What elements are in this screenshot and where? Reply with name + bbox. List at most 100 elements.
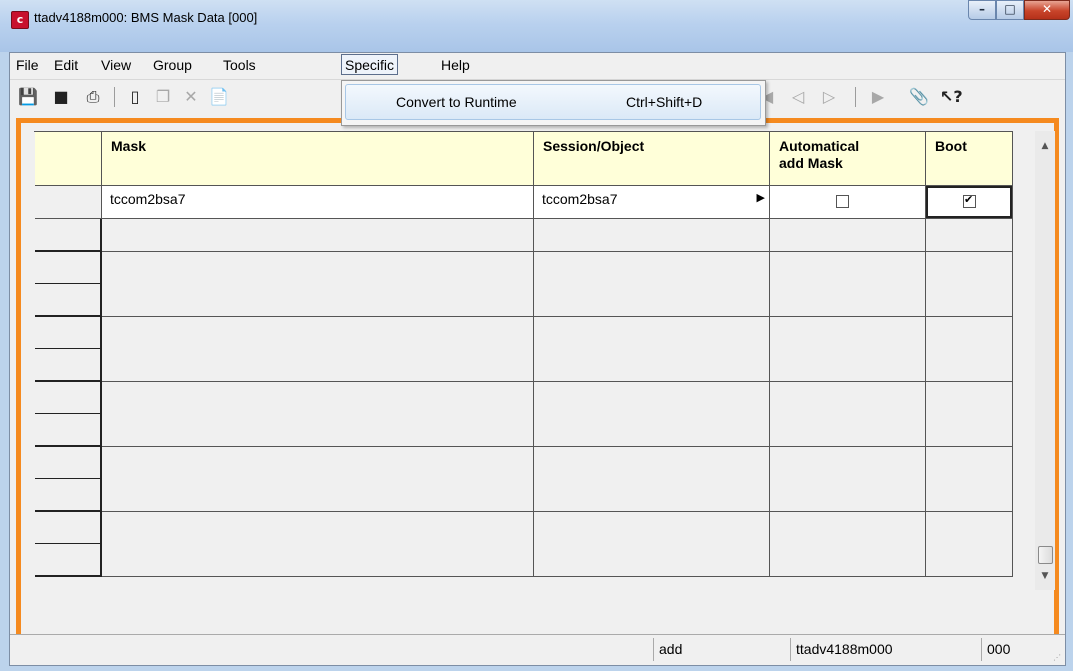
attachment-icon[interactable]: 📎 xyxy=(908,86,930,108)
minimize-button[interactable]: – xyxy=(968,0,996,20)
row-header[interactable] xyxy=(35,414,102,447)
column-header-automatical-add-mask[interactable]: Automatical add Mask xyxy=(770,132,926,186)
last-record-icon[interactable]: ▶ xyxy=(867,86,889,108)
zoom-arrow-icon[interactable]: ▶ xyxy=(757,191,765,204)
session-object-field[interactable] xyxy=(534,512,770,545)
boot-cell[interactable] xyxy=(926,219,1013,252)
vertical-scrollbar[interactable]: ▲ ▼ xyxy=(1035,131,1055,590)
session-object-field[interactable] xyxy=(534,317,770,350)
app-logo-icon[interactable]: c xyxy=(11,11,29,29)
mask-field[interactable] xyxy=(102,284,534,317)
row-header[interactable] xyxy=(35,382,102,415)
auto-add-mask-cell[interactable] xyxy=(770,512,926,545)
mask-field[interactable] xyxy=(102,479,534,512)
row-header[interactable] xyxy=(35,544,102,577)
auto-add-mask-cell[interactable] xyxy=(770,284,926,317)
boot-cell[interactable] xyxy=(926,252,1013,285)
menu-tools[interactable]: Tools xyxy=(223,56,256,75)
mask-field[interactable] xyxy=(102,512,534,545)
scroll-up-icon[interactable]: ▲ xyxy=(1035,137,1055,155)
row-header[interactable] xyxy=(35,512,102,545)
auto-add-mask-cell[interactable] xyxy=(770,447,926,480)
client-area: File Edit View Group Tools Specific Help… xyxy=(9,52,1066,666)
mask-field[interactable] xyxy=(102,447,534,480)
menu-specific[interactable]: Specific xyxy=(341,54,399,75)
row-header[interactable] xyxy=(35,252,102,285)
delete-icon[interactable]: ✕ xyxy=(180,86,202,108)
menu-edit[interactable]: Edit xyxy=(54,56,78,75)
auto-add-mask-cell[interactable] xyxy=(770,382,926,415)
save-icon[interactable]: ■ xyxy=(50,86,72,108)
auto-add-mask-checkbox[interactable] xyxy=(836,195,849,208)
session-object-field[interactable] xyxy=(534,382,770,415)
boot-cell[interactable] xyxy=(926,382,1013,415)
session-object-field[interactable] xyxy=(534,349,770,382)
auto-add-mask-cell[interactable] xyxy=(770,252,926,285)
mask-field[interactable] xyxy=(102,414,534,447)
new-icon[interactable]: ▯ xyxy=(124,86,146,108)
open-record-icon[interactable]: 📄 xyxy=(208,86,230,108)
print-icon[interactable]: ⎙ xyxy=(82,86,104,108)
mask-field[interactable] xyxy=(102,382,534,415)
column-header-mask[interactable]: Mask xyxy=(102,132,534,186)
menu-bar: File Edit View Group Tools Specific Help xyxy=(10,53,1065,78)
session-object-field[interactable] xyxy=(534,479,770,512)
column-header-boot[interactable]: Boot xyxy=(926,132,1013,186)
status-bar: add ttadv4188m000 000 ⋰ xyxy=(10,634,1065,665)
save-and-close-icon[interactable]: 💾 xyxy=(17,86,39,108)
menu-group[interactable]: Group xyxy=(153,56,192,75)
row-header[interactable] xyxy=(35,447,102,480)
context-help-icon[interactable]: ↖? xyxy=(940,86,963,108)
auto-add-mask-cell[interactable] xyxy=(770,317,926,350)
mask-field[interactable] xyxy=(102,349,534,382)
mask-field[interactable] xyxy=(102,252,534,285)
scroll-thumb[interactable] xyxy=(1038,546,1053,564)
title-bar[interactable]: c ttadv4188m000: BMS Mask Data [000] – □… xyxy=(0,0,1073,52)
mask-field[interactable] xyxy=(102,219,534,252)
mask-field[interactable]: tccom2bsa7 xyxy=(102,186,534,219)
auto-add-mask-cell[interactable] xyxy=(770,349,926,382)
maximize-button[interactable]: □ xyxy=(996,0,1024,20)
row-header[interactable] xyxy=(35,349,102,382)
session-object-field[interactable] xyxy=(534,284,770,317)
menu-item-convert-to-runtime[interactable]: Convert to Runtime Ctrl+Shift+D xyxy=(345,84,761,120)
next-record-icon[interactable]: ▷ xyxy=(818,86,840,108)
row-header[interactable] xyxy=(35,219,102,252)
close-button[interactable]: ✕ xyxy=(1024,0,1070,20)
session-object-field[interactable]: tccom2bsa7 ▶ xyxy=(534,186,770,219)
toolbar-separator xyxy=(114,87,115,107)
boot-cell[interactable] xyxy=(926,284,1013,317)
row-header[interactable] xyxy=(35,284,102,317)
boot-cell[interactable] xyxy=(926,317,1013,350)
mask-field[interactable] xyxy=(102,317,534,350)
resize-grip-icon[interactable]: ⋰ xyxy=(1053,653,1063,663)
auto-add-mask-cell[interactable] xyxy=(770,544,926,577)
row-header[interactable] xyxy=(35,186,102,219)
boot-cell[interactable] xyxy=(926,544,1013,577)
session-object-field[interactable] xyxy=(534,544,770,577)
row-header[interactable] xyxy=(35,479,102,512)
duplicate-icon[interactable]: ❐ xyxy=(152,86,174,108)
session-object-field[interactable] xyxy=(534,219,770,252)
scroll-down-icon[interactable]: ▼ xyxy=(1035,567,1055,585)
minimize-icon: – xyxy=(979,2,985,16)
boot-cell[interactable] xyxy=(926,414,1013,447)
menu-file[interactable]: File xyxy=(16,56,39,75)
menu-help[interactable]: Help xyxy=(441,56,470,75)
boot-cell[interactable] xyxy=(926,512,1013,545)
session-object-field[interactable] xyxy=(534,414,770,447)
boot-checkbox[interactable] xyxy=(963,193,976,208)
auto-add-mask-cell[interactable] xyxy=(770,414,926,447)
boot-cell[interactable] xyxy=(926,447,1013,480)
auto-add-mask-cell[interactable] xyxy=(770,219,926,252)
boot-cell[interactable] xyxy=(926,479,1013,512)
menu-view[interactable]: View xyxy=(101,56,131,75)
session-object-field[interactable] xyxy=(534,447,770,480)
mask-field[interactable] xyxy=(102,544,534,577)
session-object-field[interactable] xyxy=(534,252,770,285)
row-header[interactable] xyxy=(35,317,102,350)
previous-record-icon[interactable]: ◁ xyxy=(787,86,809,108)
auto-add-mask-cell[interactable] xyxy=(770,479,926,512)
column-header-session-object[interactable]: Session/Object xyxy=(534,132,770,186)
boot-cell[interactable] xyxy=(926,349,1013,382)
